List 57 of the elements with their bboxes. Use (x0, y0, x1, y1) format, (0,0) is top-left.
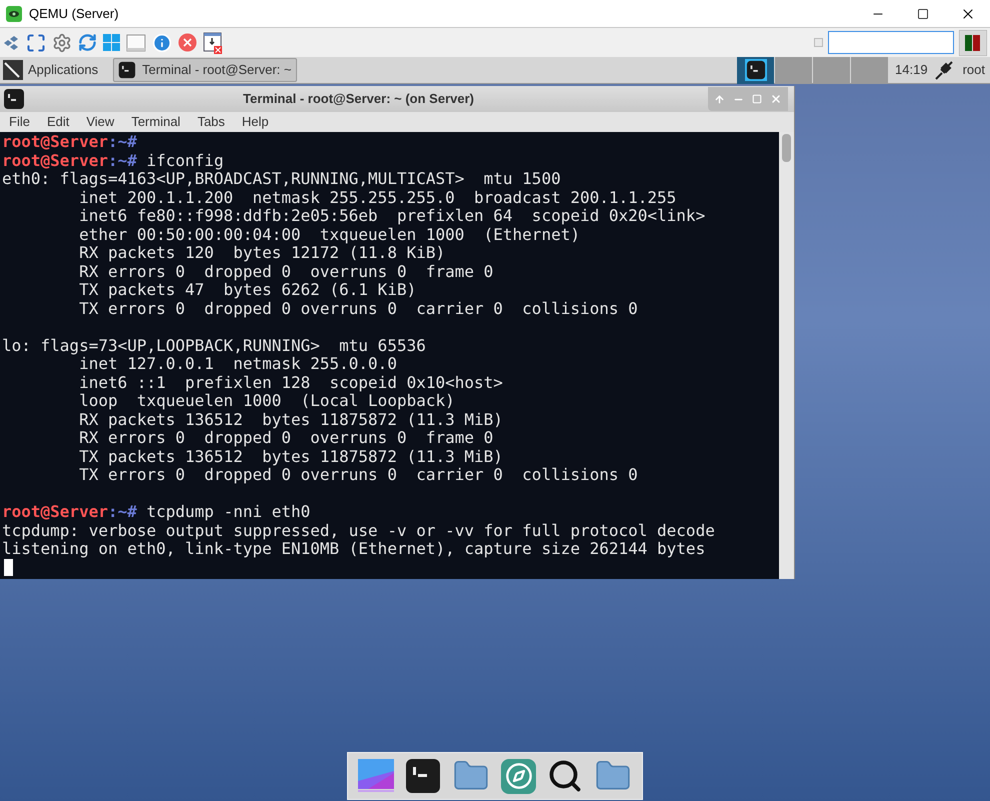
settings-icon[interactable] (52, 32, 72, 52)
terminal-line: TX packets 136512 bytes 11875872 (11.3 MiB) (78, 448, 504, 466)
terminal-icon (3, 88, 25, 110)
terminal-line: loop txqueuelen 1000 (Local Loopback) (78, 392, 456, 410)
menu-item[interactable]: Help (242, 112, 269, 132)
terminal-line: tcpdump: verbose output suppressed, use -v or -vv for full protocol decode (2, 522, 716, 540)
terminal-line: eth0: flags=4163<UP,BROADCAST,RUNNING,MULTICAST> mtu 1500 (2, 170, 562, 188)
menu-item[interactable]: Terminal (131, 112, 180, 132)
menu-item[interactable]: File (9, 112, 30, 132)
terminal-line: RX errors 0 dropped 0 overruns 0 frame 0 (78, 429, 494, 448)
terminal-line: inet 200.1.1.200 netmask 255.255.255.0 broadcast 200.1.1.255 (78, 188, 678, 207)
input-field[interactable] (828, 31, 954, 54)
terminal-line: ether 00:50:00:00:04:00 txqueuelen 1000 (Ethernet) (78, 226, 581, 244)
terminal-icon[interactable] (404, 758, 441, 794)
user-name: root (962, 61, 985, 80)
maximize-icon[interactable] (916, 8, 928, 20)
terminal-line: root@Server:~# tcpdump -nni eth0 (2, 503, 312, 522)
scrollbar[interactable] (779, 132, 794, 579)
terminal-title: Terminal - root@Server: ~ (on Server) (243, 90, 474, 108)
menu-item[interactable]: Tabs (197, 112, 225, 132)
refresh-icon[interactable] (78, 33, 97, 52)
terminal-line: root@Server:~# ifconfig (2, 152, 225, 170)
close-circle-icon[interactable] (178, 33, 197, 52)
cubes-icon[interactable] (2, 34, 20, 52)
wallpaper-icon[interactable] (358, 759, 394, 793)
terminal-line: inet6 ::1 prefixlen 128 scopeid 0x10<host> (78, 374, 504, 392)
terminal-line: RX errors 0 dropped 0 overruns 0 frame 0 (78, 262, 494, 281)
window-title: QEMU (Server) (29, 4, 119, 23)
terminal-icon (118, 61, 136, 79)
terminal-line: inet6 fe80::f998:ddfb:2e05:56eb prefixlen 64 scopeid 0x20<link> (78, 207, 706, 226)
compass-icon[interactable] (501, 758, 536, 794)
eye-icon (6, 6, 22, 22)
task-button[interactable]: Terminal - root@Server: ~ (113, 58, 296, 82)
terminal-line: TX errors 0 dropped 0 overruns 0 carrier 0 collisions 0 (78, 466, 639, 484)
terminal-line: lo: flags=73<UP,LOOPBACK,RUNNING> mtu 65536 (2, 336, 427, 355)
terminal-line: RX packets 136512 bytes 11875872 (11.3 MiB) (78, 410, 504, 429)
window-remove-icon[interactable] (203, 32, 223, 54)
menu-item[interactable]: Edit (46, 112, 70, 132)
window-thumbnail-icon (746, 60, 766, 80)
text-cursor (4, 559, 13, 576)
windows-icon[interactable] (103, 34, 120, 51)
terminal-line: inet 127.0.0.1 netmask 255.0.0.0 (79, 355, 398, 374)
workspace-button[interactable] (737, 56, 774, 84)
menu-item[interactable]: View (86, 112, 114, 132)
fullscreen-icon[interactable] (26, 32, 46, 52)
info-icon[interactable] (152, 32, 172, 52)
applications-menu[interactable]: Applications (0, 57, 106, 83)
terminal-line: RX packets 120 bytes 12172 (11.8 KiB) (78, 244, 446, 262)
plug-icon[interactable] (932, 59, 955, 81)
search-icon[interactable] (547, 758, 584, 794)
terminal-line: listening on eth0, link-type EN10MB (Ethernet), capture size 262144 bytes (2, 540, 706, 558)
clock: 14:19 (895, 61, 928, 80)
square-icon (814, 38, 823, 47)
terminal-line: TX errors 0 dropped 0 overruns 0 carrier 0 collisions 0 (78, 300, 639, 318)
terminal-line: TX packets 47 bytes 6262 (6.1 KiB) (78, 281, 418, 300)
arrow-up-icon[interactable] (714, 94, 725, 104)
terminal-line: root@Server:~# (2, 133, 138, 152)
